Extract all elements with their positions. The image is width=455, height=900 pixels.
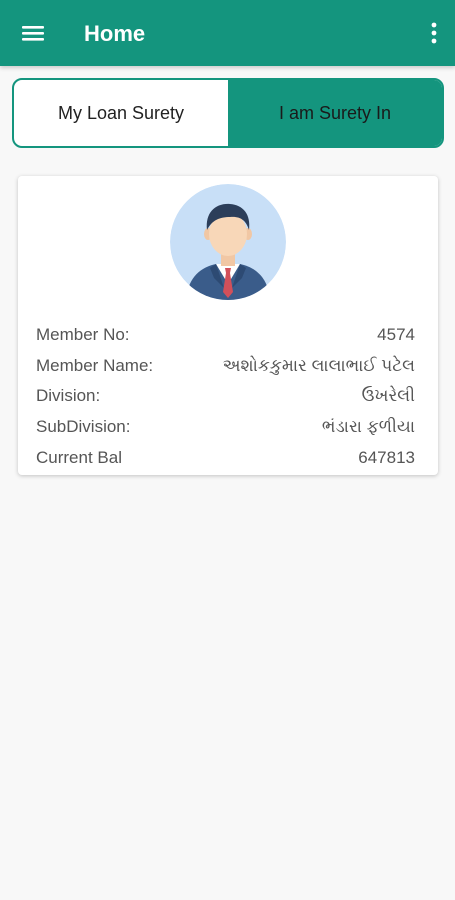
tab-my-loan-surety[interactable]: My Loan Surety xyxy=(14,80,228,146)
tab-i-am-surety-in[interactable]: I am Surety In xyxy=(228,80,442,146)
menu-button[interactable] xyxy=(14,14,52,52)
division-value: ઉખરેલી xyxy=(361,386,415,405)
member-name-value: અશોકકુમાર લાલાભાઈ પટેલ xyxy=(222,356,415,375)
current-bal-value: 647813 xyxy=(358,448,415,467)
hamburger-menu-icon xyxy=(22,26,44,41)
more-vertical-icon xyxy=(431,22,437,44)
member-card: Member No: 4574 Member Name: અશોકકુમાર લ… xyxy=(18,176,438,475)
surety-tabs: My Loan Surety I am Surety In xyxy=(12,78,444,148)
page-title: Home xyxy=(84,21,146,46)
overflow-menu-button[interactable] xyxy=(423,16,445,50)
businessman-avatar-icon xyxy=(170,184,286,300)
current-bal-row: Current Bal 647813 xyxy=(36,444,415,472)
member-no-row: Member No: 4574 xyxy=(36,321,415,349)
subdivision-row: SubDivision: ભંડારા ફળીયા xyxy=(36,413,415,441)
member-name-row: Member Name: અશોકકુમાર લાલાભાઈ પટેલ xyxy=(36,352,415,380)
subdivision-value: ભંડારા ફળીયા xyxy=(321,417,415,436)
current-bal-label: Current Bal xyxy=(36,448,122,467)
member-no-value: 4574 xyxy=(377,325,415,344)
division-label: Division: xyxy=(36,386,101,405)
division-row: Division: ઉખરેલી xyxy=(36,382,415,410)
member-no-label: Member No: xyxy=(36,325,130,344)
subdivision-label: SubDivision: xyxy=(36,417,131,436)
app-bar: Home xyxy=(0,0,455,66)
member-name-label: Member Name: xyxy=(36,356,154,375)
